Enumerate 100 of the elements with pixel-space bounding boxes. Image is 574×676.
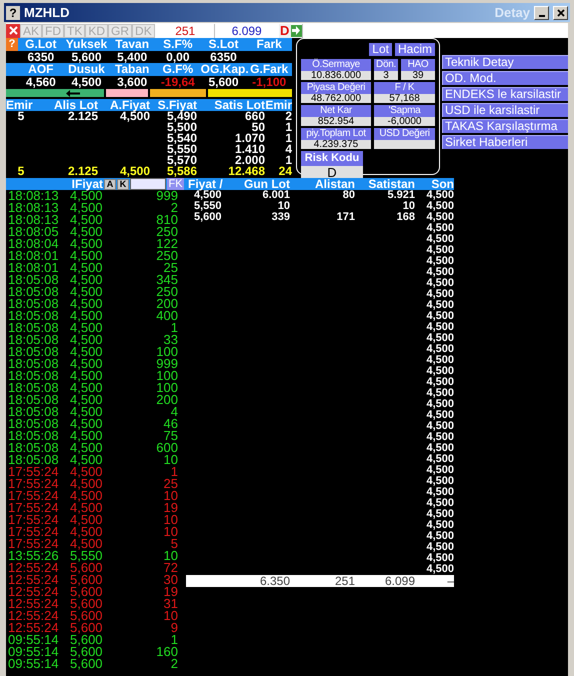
close-button[interactable] — [553, 6, 568, 20]
trade-price: 4,500 — [70, 322, 104, 334]
filter-field[interactable] — [130, 178, 166, 190]
table-cell-text: 4,500 — [425, 212, 454, 223]
close-panel-button[interactable] — [6, 24, 20, 38]
info-label: S.Lot — [207, 38, 240, 51]
trade-time: 17:55:24 — [7, 490, 60, 502]
menu-item[interactable]: OD. Mod. — [442, 71, 568, 85]
go-button[interactable] — [290, 24, 302, 36]
trade-price: 4,500 — [70, 286, 104, 298]
table-cell-text: 2.125 — [66, 166, 98, 177]
trade-lot: 400 — [155, 310, 178, 322]
table-cell-text: 10 — [276, 201, 290, 212]
trade-time: 18:05:08 — [7, 418, 60, 430]
trade-time: 18:05:08 — [7, 298, 60, 310]
menu-item[interactable]: TAKAS Karşılaştırma — [442, 119, 568, 133]
table-cell-text: 1 — [285, 155, 292, 166]
field-label: 'Sapma — [374, 105, 435, 117]
trade-time: 17:55:24 — [7, 478, 60, 490]
trade-price: 5,600 — [70, 562, 104, 574]
trade-lot: 122 — [155, 238, 178, 250]
trade-time: 12:55:24 — [7, 610, 60, 622]
trade-time: 18:05:08 — [7, 442, 60, 454]
table-cell-text: 4,500 — [425, 564, 454, 575]
table-cell-text: 4,500 — [425, 311, 454, 322]
trade-time: 18:05:08 — [7, 370, 60, 382]
trade-lot: 100 — [155, 382, 178, 394]
trade-time: 12:55:24 — [7, 622, 60, 634]
table-cell-text: 4,500 — [425, 399, 454, 410]
trade-time: 18:08:13 — [7, 190, 60, 202]
field-label: Ö.Sermaye — [301, 59, 371, 71]
field-value: 10.836.000 — [301, 71, 371, 80]
menu-item[interactable]: ENDEKS le karsilastir — [442, 87, 568, 101]
info-label: Fark — [255, 38, 283, 51]
table-cell-text: 4,500 — [425, 234, 454, 245]
field-label: F / K — [374, 82, 435, 94]
menu-item[interactable]: Sirket Haberleri — [442, 135, 568, 149]
minimize-icon — [538, 14, 544, 16]
trade-price: 4,500 — [70, 334, 104, 346]
trade-price: 4,500 — [70, 526, 104, 538]
trade-lot: 10 — [162, 550, 178, 562]
info-value: 6350 — [209, 51, 238, 63]
trade-lot: 810 — [155, 214, 178, 226]
total-value: 6.350 — [258, 575, 290, 587]
table-cell-text: 4,500 — [425, 542, 454, 553]
column-header: Satistan — [367, 178, 415, 190]
menu-item[interactable]: Teknik Detay — [442, 55, 568, 69]
table-cell-text: 5 — [16, 111, 26, 122]
trade-price: 4,500 — [70, 226, 104, 238]
trade-lot: 999 — [155, 190, 178, 202]
window-title: MZHLD — [24, 4, 70, 22]
column-header: IFiyat — [72, 178, 103, 190]
sort-button[interactable]: K — [117, 178, 129, 190]
toggle-button[interactable]: Lot — [369, 43, 392, 56]
table-cell-text: 4,500 — [425, 443, 454, 454]
column-header: Emir — [6, 99, 34, 111]
help-button[interactable]: ? — [6, 6, 20, 20]
trade-time: 13:55:26 — [7, 550, 60, 562]
table-cell-text: 4 — [284, 144, 292, 155]
table-cell-text: 4,500 — [425, 355, 454, 366]
info-value: 0,00 — [165, 51, 190, 63]
info-value: 3,600 — [116, 76, 148, 88]
info-label: OG.Kap. — [200, 63, 246, 76]
table-cell-text: 4,500 — [425, 201, 454, 212]
trade-time: 09:55:14 — [7, 634, 60, 646]
info-value: -19,64 — [160, 76, 196, 88]
help-button[interactable]: ? — [6, 38, 18, 51]
field-value — [374, 140, 435, 149]
trade-lot: 200 — [155, 298, 178, 310]
detail-title: Detay — [494, 4, 530, 22]
table-cell-text: 4,500 — [425, 289, 454, 300]
trade-price: 4,500 — [70, 406, 104, 418]
trade-lot: 10 — [164, 454, 178, 466]
filter-button[interactable]: FK — [167, 178, 184, 190]
minimize-button[interactable] — [534, 6, 549, 20]
trade-time: 18:05:08 — [7, 322, 60, 334]
table-cell-text: 4,500 — [120, 111, 150, 122]
field-value: 4.239.375 — [301, 140, 371, 149]
trade-price: 4,500 — [70, 490, 104, 502]
trade-time: 12:55:24 — [7, 562, 60, 574]
table-cell-text: 4,500 — [425, 366, 454, 377]
trade-time: 18:05:08 — [7, 394, 60, 406]
toggle-button[interactable]: Hacim — [394, 43, 435, 56]
trade-price: 5,600 — [70, 598, 104, 610]
trade-price: 5,600 — [70, 658, 104, 670]
trade-time: 18:05:08 — [7, 286, 60, 298]
column-header: Gun Lot — [243, 178, 290, 190]
table-cell-text: 5,540 — [166, 133, 197, 144]
trade-lot: 9 — [170, 622, 178, 634]
trade-lot: 200 — [155, 394, 178, 406]
trade-lot: 250 — [155, 286, 178, 298]
indicator-segment — [150, 89, 206, 97]
trade-price: 4,500 — [70, 442, 104, 454]
sort-button[interactable]: A — [104, 178, 116, 190]
menu-item[interactable]: USD ile karsilastir — [442, 103, 568, 117]
trade-lot: 2 — [170, 202, 178, 214]
column-header: Alistan — [314, 178, 355, 190]
trade-time: 18:05:08 — [7, 310, 60, 322]
field-value: 48.762.000 — [301, 94, 371, 103]
left-arrow-icon — [66, 90, 80, 96]
